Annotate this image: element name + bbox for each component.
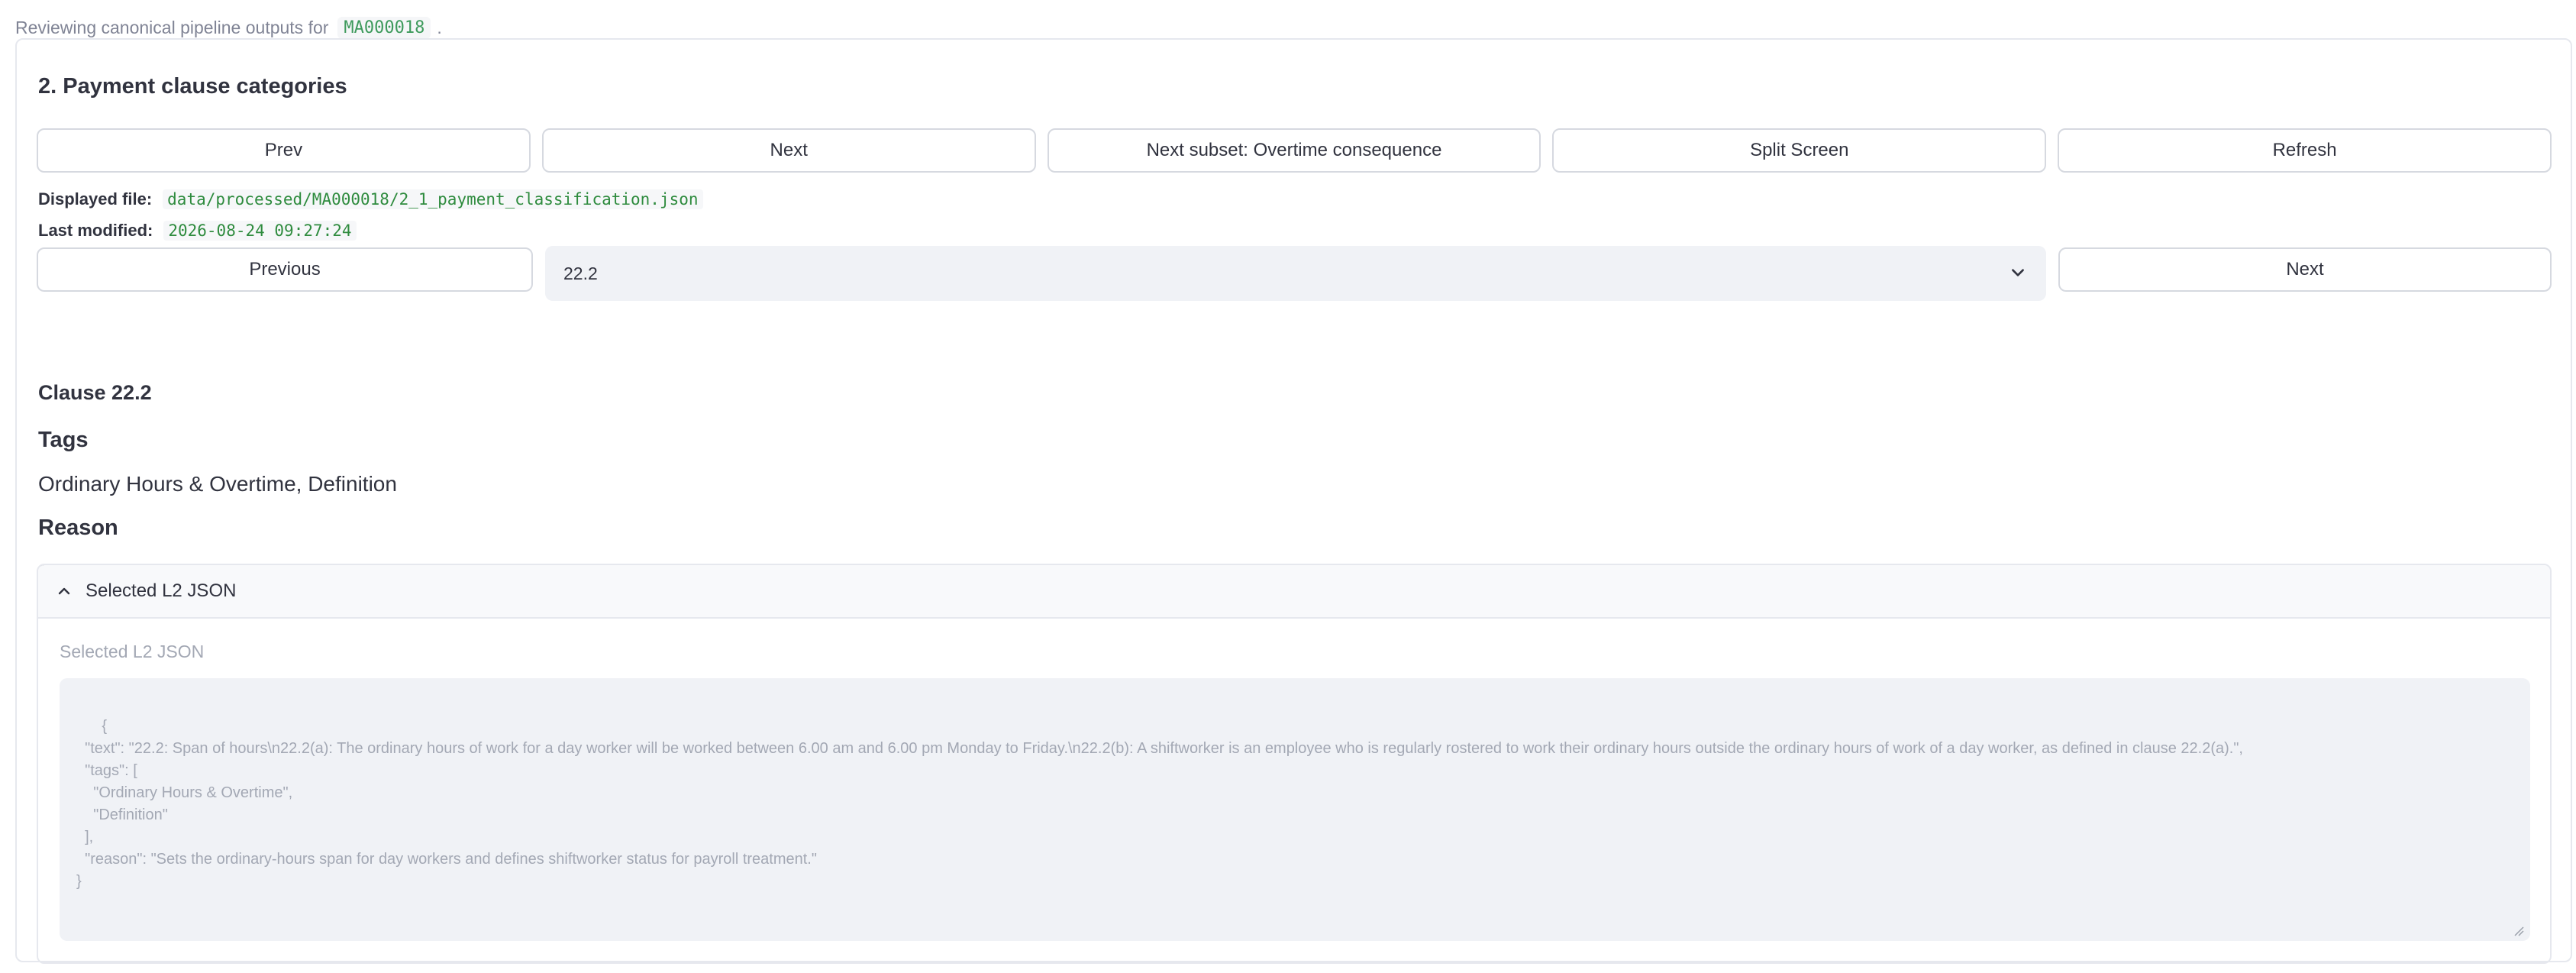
next-clause-button[interactable]: Next bbox=[2058, 247, 2552, 292]
split-screen-button[interactable]: Split Screen bbox=[1552, 128, 2047, 173]
last-modified-label: Last modified: bbox=[38, 221, 153, 240]
json-textarea[interactable]: { "text": "22.2: Span of hours\n22.2(a):… bbox=[60, 678, 2530, 941]
intro-suffix: . bbox=[437, 18, 442, 37]
clause-title: Clause 22.2 bbox=[38, 381, 152, 404]
prev-button[interactable]: Prev bbox=[37, 128, 531, 173]
main-panel: 2. Payment clause categories Prev Next N… bbox=[15, 38, 2572, 964]
resize-handle-icon[interactable] bbox=[2513, 926, 2524, 936]
expander-title: Selected L2 JSON bbox=[86, 580, 237, 601]
previous-clause-button[interactable]: Previous bbox=[37, 247, 533, 292]
chevron-down-icon bbox=[2012, 269, 2024, 276]
chevron-up-icon bbox=[58, 587, 70, 595]
award-code: MA000018 bbox=[337, 17, 431, 39]
tags-heading: Tags bbox=[38, 428, 89, 452]
refresh-button[interactable]: Refresh bbox=[2058, 128, 2552, 173]
displayed-file-path: data/processed/MA000018/2_1_payment_clas… bbox=[163, 189, 703, 209]
displayed-file: Displayed file: data/processed/MA000018/… bbox=[38, 189, 703, 209]
reason-heading: Reason bbox=[38, 516, 118, 540]
toolbar: Prev Next Next subset: Overtime conseque… bbox=[37, 128, 2552, 173]
last-modified: Last modified: 2026-08-24 09:27:24 bbox=[38, 221, 357, 241]
expander-header[interactable]: Selected L2 JSON bbox=[38, 565, 2550, 619]
clause-select-value: 22.2 bbox=[563, 263, 598, 283]
next-subset-button[interactable]: Next subset: Overtime consequence bbox=[1047, 128, 1541, 173]
last-modified-value: 2026-08-24 09:27:24 bbox=[163, 221, 357, 241]
intro-text: Reviewing canonical pipeline outputs for bbox=[15, 18, 329, 37]
clause-nav: Previous 22.2 Next bbox=[37, 246, 2552, 301]
json-field-label: Selected L2 JSON bbox=[60, 642, 205, 661]
json-content: { "text": "22.2: Span of hours\n22.2(a):… bbox=[76, 718, 2243, 890]
next-button[interactable]: Next bbox=[541, 128, 1036, 173]
intro-line: Reviewing canonical pipeline outputs for… bbox=[15, 17, 442, 39]
clause-select[interactable]: 22.2 bbox=[545, 246, 2046, 301]
tags-value: Ordinary Hours & Overtime, Definition bbox=[38, 472, 397, 496]
section-title: 2. Payment clause categories bbox=[38, 74, 347, 99]
selected-json-expander: Selected L2 JSON Selected L2 JSON { "tex… bbox=[37, 564, 2552, 964]
displayed-file-label: Displayed file: bbox=[38, 189, 153, 208]
